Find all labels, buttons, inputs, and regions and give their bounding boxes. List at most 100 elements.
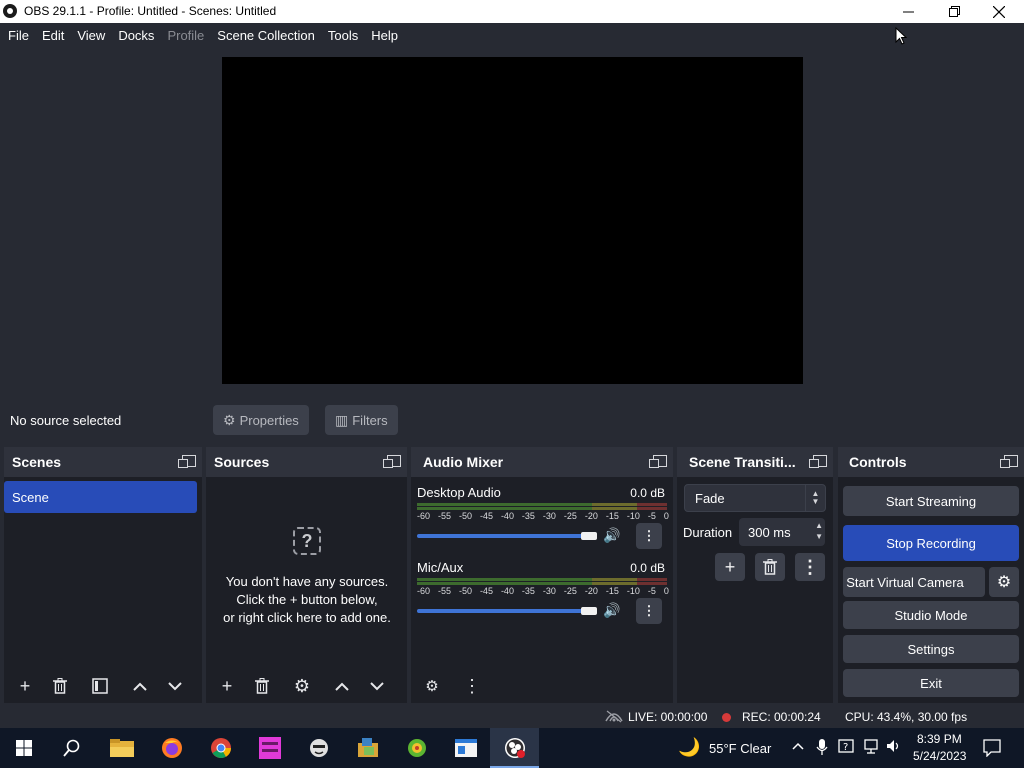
properties-button[interactable]: ⚙ Properties [213,405,309,435]
chevron-up-icon[interactable] [792,738,804,753]
windows-start-icon[interactable] [12,736,36,760]
menu-docks[interactable]: Docks [112,28,160,43]
menu-scene-collection[interactable]: Scene Collection [211,28,321,43]
chrome-icon[interactable] [209,736,233,760]
menu-view[interactable]: View [71,28,111,43]
search-icon[interactable] [60,736,84,760]
settings-button[interactable]: Settings [843,635,1019,663]
spin-arrows-icon[interactable]: ▲ ▼ [815,520,823,542]
undock-icon[interactable] [649,455,667,468]
move-source-down-button[interactable] [363,672,391,700]
transition-properties-button[interactable]: ⋮ [795,553,825,581]
pink-app-icon[interactable] [258,736,282,760]
notification-icon[interactable] [983,739,1001,760]
move-source-up-button[interactable] [328,672,356,700]
trash-icon [763,559,777,575]
undock-icon[interactable] [383,455,401,468]
obs-taskbar-button[interactable] [490,728,539,768]
clock-time[interactable]: 8:39 PM [917,732,962,746]
file-explorer-icon[interactable] [110,736,134,760]
sources-dock[interactable]: Sources ? You don't have any sources. Cl… [206,447,407,703]
source-properties-button[interactable]: ⚙ [288,672,316,700]
undock-icon[interactable] [1000,455,1018,468]
remove-source-button[interactable] [248,672,276,700]
move-scene-up-button[interactable] [126,672,154,700]
kebab-icon: ⋮ [463,675,481,696]
mic-aux-volume-slider[interactable] [417,609,591,613]
volume-slider-handle[interactable] [581,532,597,540]
desktop-audio-menu-button[interactable]: ⋮ [636,523,662,549]
remove-transition-button[interactable] [755,553,785,581]
menu-tools[interactable]: Tools [322,28,364,43]
program-preview[interactable] [222,57,803,384]
add-scene-button[interactable]: + [11,672,39,700]
duration-value: 300 ms [748,524,791,540]
menu-file[interactable]: File [2,28,35,43]
scene-list-item[interactable]: Scene [4,481,197,513]
menu-edit[interactable]: Edit [36,28,70,43]
window-title: OBS 29.1.1 - Profile: Untitled - Scenes:… [24,4,277,18]
tick-label: -30 [542,511,556,521]
gear-icon: ⚙ [223,411,236,428]
minimize-button[interactable] [885,0,931,23]
desktop-audio-volume-slider[interactable] [417,534,591,538]
add-transition-button[interactable]: + [715,553,745,581]
undock-icon[interactable] [178,455,196,468]
audio-mixer-title: Audio Mixer [423,454,504,470]
virtual-camera-config-button[interactable]: ⚙ [989,567,1019,597]
moon-weather-icon[interactable]: 🌙 [678,737,700,758]
filters-button[interactable]: ▥ Filters [325,405,398,435]
updown-icon: ▲ ▼ [805,485,825,511]
window-app-icon[interactable] [454,736,478,760]
close-button[interactable] [976,0,1022,23]
gears-icon: ⚙ [425,678,439,695]
mic-aux-name: Mic/Aux [417,560,464,575]
character-app-icon[interactable] [307,736,331,760]
move-scene-down-button[interactable] [161,672,189,700]
start-virtual-camera-button[interactable]: Start Virtual Camera [843,567,985,597]
add-source-button[interactable]: + [213,672,241,700]
scene-filters-button[interactable] [86,672,114,700]
menu-help[interactable]: Help [365,28,404,43]
weather-text[interactable]: 55°F Clear [709,741,771,756]
studio-mode-button[interactable]: Studio Mode [843,601,1019,629]
mic-aux-db: 0.0 dB [630,561,665,575]
exit-button[interactable]: Exit [843,669,1019,697]
chevron-up-icon [335,682,349,691]
network-signal-icon [605,710,623,723]
audio-mixer-toolbar: ⚙ ⋮ [411,669,673,703]
sources-empty-text-1: You don't have any sources. [225,574,389,589]
plus-icon: + [221,675,233,696]
filter-icon: ▥ [335,411,349,428]
microphone-icon[interactable] [816,738,828,759]
mic-aux-menu-button[interactable]: ⋮ [636,598,662,624]
duration-spinbox[interactable]: 300 ms ▲ ▼ [739,518,825,546]
speaker-icon[interactable]: 🔊 [603,602,620,619]
network-icon[interactable] [863,739,879,758]
undock-icon[interactable] [809,455,827,468]
network-alert-icon[interactable]: ? [838,739,854,758]
volume-icon[interactable] [886,738,902,757]
advanced-audio-properties-button[interactable]: ⚙ [418,672,446,700]
volume-slider-handle[interactable] [581,607,597,615]
stop-recording-button[interactable]: Stop Recording [843,525,1019,561]
desktop-audio-meter [417,507,667,510]
clock-date[interactable]: 5/24/2023 [913,749,966,763]
maximize-button[interactable] [931,0,977,23]
transition-select[interactable]: Fade ▲ ▼ [684,484,826,512]
speaker-icon[interactable]: 🔊 [603,527,620,544]
remove-scene-button[interactable] [46,672,74,700]
file-manager-icon[interactable] [356,736,380,760]
firefox-icon[interactable] [160,736,184,760]
tick-label: -5 [647,586,656,596]
menu-profile[interactable]: Profile [161,28,210,43]
start-streaming-button[interactable]: Start Streaming [843,486,1019,516]
mic-aux-meter [417,582,667,585]
tick-label: -60 [417,511,431,521]
source-toolbar: No source selected ⚙ Properties ▥ Filter… [0,402,1024,438]
audio-mixer-menu-button[interactable]: ⋮ [458,672,486,700]
tick-label: -50 [458,511,472,521]
tick-label: -55 [437,511,451,521]
sources-empty-text-2: Click the + button below, [236,592,378,607]
green-app-icon[interactable] [405,736,429,760]
